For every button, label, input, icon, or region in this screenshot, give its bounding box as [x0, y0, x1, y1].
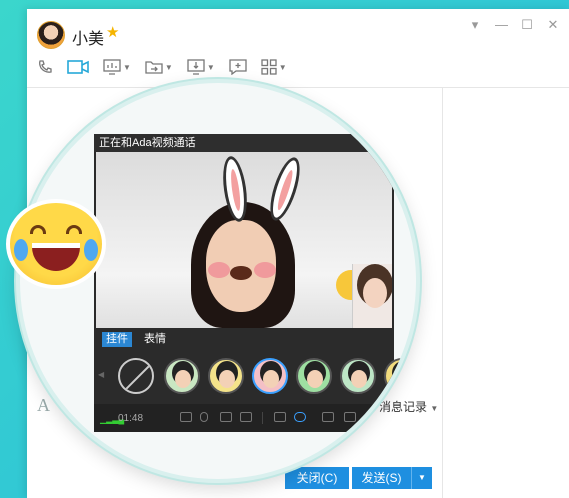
chevron-down-icon: ▼: [430, 404, 439, 413]
file-transfer-button[interactable]: ▼: [145, 59, 173, 75]
window-controls: ▾ — ☐ ✕: [469, 17, 559, 33]
tab-plugin[interactable]: 挂件: [102, 332, 132, 347]
screenshot-icon[interactable]: [274, 412, 286, 422]
new-discussion-button[interactable]: [229, 59, 247, 75]
minimize-icon[interactable]: —: [495, 17, 508, 33]
sticker-strip: ◀: [94, 350, 416, 404]
emoji-mouth: [32, 243, 80, 271]
message-icon[interactable]: [180, 412, 192, 422]
send-button[interactable]: 发送(S): [352, 467, 412, 489]
scroll-left-icon[interactable]: ◀: [98, 370, 104, 379]
sticker-item[interactable]: [296, 358, 332, 394]
video-call-title: 正在和Ada视频通话: [94, 134, 394, 152]
file-transfer-icon: [145, 61, 163, 74]
tab-emoji[interactable]: 表情: [140, 332, 170, 347]
edit-icon[interactable]: [344, 412, 356, 422]
video-call-icon: [67, 60, 89, 74]
screen-share-icon: [103, 59, 121, 75]
contact-avatar[interactable]: [37, 21, 65, 49]
apps-button[interactable]: ▼: [261, 59, 287, 75]
camera-icon[interactable]: [240, 412, 252, 422]
sticker-item[interactable]: [340, 358, 376, 394]
effects-icon[interactable]: [294, 412, 306, 422]
dropdown-icon[interactable]: ▾: [469, 17, 481, 33]
chevron-down-icon: ▼: [123, 62, 131, 72]
microphone-icon[interactable]: [200, 412, 208, 422]
new-chat-icon: [229, 59, 247, 75]
speaker-icon[interactable]: [220, 412, 232, 422]
call-control-bar: ▁▂▃▄ 01:48: [94, 404, 394, 432]
video-feed: [96, 152, 392, 328]
chat-toolbar: ▼ ▼ ▼ ▼: [37, 59, 287, 75]
emoji-tear-right: [84, 239, 98, 261]
sticker-item[interactable]: [208, 358, 244, 394]
sticker-item-selected[interactable]: [252, 358, 288, 394]
close-icon[interactable]: ✕: [547, 17, 559, 33]
chevron-down-icon: ▼: [278, 62, 287, 72]
sticker-item[interactable]: [164, 358, 200, 394]
chat-header: 小美 ★ ▾ — ☐ ✕ ▼ ▼ ▼ ▼: [27, 9, 569, 87]
maximize-icon[interactable]: ☐: [521, 17, 533, 33]
sticker-none[interactable]: [118, 358, 154, 394]
bunny-ear-right: [264, 154, 306, 224]
remote-desktop-icon: [187, 59, 205, 75]
self-preview[interactable]: [352, 264, 392, 328]
video-call-window: 正在和Ada视频通话 挂件 表情 ◀ ▁▂▃▄ 01:48: [94, 134, 416, 432]
remote-desktop-button[interactable]: ▼: [187, 59, 215, 75]
layout-icon[interactable]: [322, 412, 334, 422]
vip-star-icon: ★: [106, 24, 120, 41]
call-duration: 01:48: [118, 413, 144, 424]
emoji-eye-left: [30, 225, 46, 234]
emoji-face: [10, 203, 102, 285]
close-button[interactable]: 关闭(C): [285, 467, 349, 489]
bunny-nose: [230, 266, 252, 280]
chevron-down-icon: ▼: [206, 62, 215, 72]
header-divider: [27, 87, 569, 88]
video-call-button[interactable]: [67, 59, 89, 75]
laughing-emoji-icon: [6, 199, 106, 289]
sticker-item[interactable]: [384, 358, 416, 394]
voice-call-button[interactable]: [37, 59, 53, 75]
effects-tabs: 挂件 表情: [94, 328, 394, 350]
sidebar-divider: [442, 87, 443, 498]
contact-name[interactable]: 小美: [72, 25, 104, 49]
chevron-down-icon: ▼: [418, 473, 426, 482]
phone-icon: [39, 60, 52, 73]
emoji-tear-left: [14, 239, 28, 261]
self-face: [363, 278, 387, 308]
chevron-down-icon: ▼: [164, 62, 173, 72]
emoji-eye-right: [66, 225, 82, 234]
screen-share-button[interactable]: ▼: [103, 59, 131, 75]
font-settings-icon[interactable]: A: [37, 395, 50, 416]
cheek-left: [208, 262, 230, 278]
cheek-right: [254, 262, 276, 278]
send-options-button[interactable]: ▼: [412, 467, 432, 489]
control-separator: [262, 412, 263, 424]
apps-icon: [261, 59, 277, 75]
